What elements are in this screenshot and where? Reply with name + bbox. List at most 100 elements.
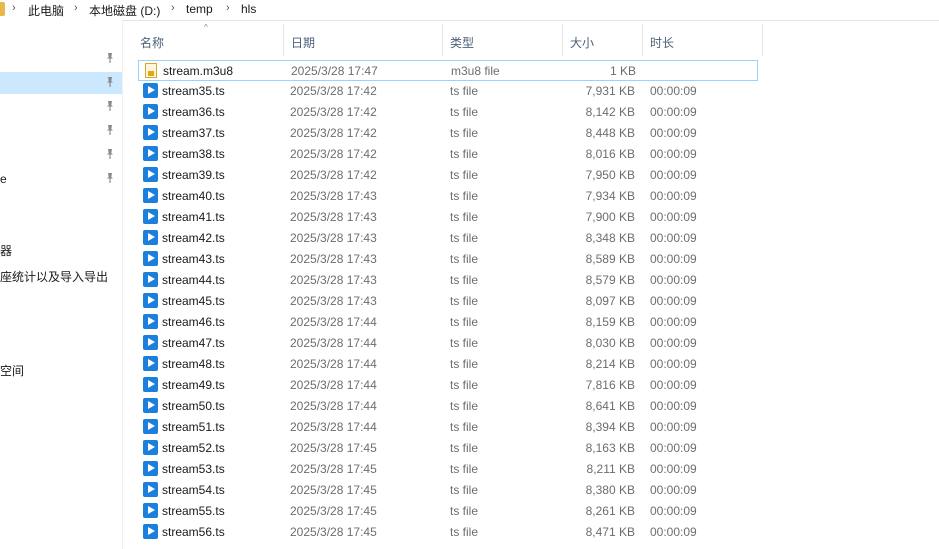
column-header-duration[interactable]: 时长 — [642, 24, 763, 56]
file-date: 2025/3/28 17:45 — [290, 483, 377, 497]
file-row[interactable]: stream52.ts 2025/3/28 17:45 ts file 8,163 K… — [138, 438, 758, 459]
pin-icon — [107, 173, 113, 183]
file-row[interactable]: stream54.ts 2025/3/28 17:45 ts file 8,380 K… — [138, 480, 758, 501]
file-date: 2025/3/28 17:44 — [290, 357, 377, 371]
chevron-right-icon[interactable]: › — [171, 2, 175, 14]
file-type: ts file — [450, 420, 479, 434]
file-duration: 00:00:09 — [650, 441, 697, 455]
file-row[interactable]: stream56.ts 2025/3/28 17:45 ts file 8,471 K… — [138, 522, 758, 543]
column-header-date[interactable]: 日期 — [283, 24, 443, 56]
file-row[interactable]: stream42.ts 2025/3/28 17:43 ts file 8,348 K… — [138, 228, 758, 249]
file-date: 2025/3/28 17:44 — [290, 420, 377, 434]
breadcrumb-item-temp[interactable]: temp — [186, 2, 213, 16]
chevron-right-icon[interactable]: › — [226, 2, 230, 14]
pane-divider[interactable] — [122, 20, 123, 549]
file-duration: 00:00:09 — [650, 147, 697, 161]
file-type: ts file — [450, 378, 479, 392]
file-row[interactable]: stream53.ts 2025/3/28 17:45 ts file 8,211 K… — [138, 459, 758, 480]
folder-icon — [0, 2, 5, 16]
file-row[interactable]: stream51.ts 2025/3/28 17:44 ts file 8,394 K… — [138, 417, 758, 438]
video-file-icon — [143, 125, 158, 140]
sidebar-item[interactable]: 座统计以及导入导出 — [0, 264, 122, 286]
file-row[interactable]: stream55.ts 2025/3/28 17:45 ts file 8,261 K… — [138, 501, 758, 522]
pin-icon — [107, 53, 113, 63]
column-header-label: 时长 — [650, 36, 675, 50]
file-type: ts file — [450, 504, 479, 518]
column-header-label: 日期 — [291, 36, 316, 50]
file-row[interactable]: stream38.ts 2025/3/28 17:42 ts file 8,016 K… — [138, 144, 758, 165]
file-date: 2025/3/28 17:44 — [290, 336, 377, 350]
file-duration: 00:00:09 — [650, 168, 697, 182]
file-date: 2025/3/28 17:42 — [290, 105, 377, 119]
video-file-icon — [143, 146, 158, 161]
breadcrumb-item-hls[interactable]: hls — [241, 2, 256, 16]
file-type: ts file — [450, 441, 479, 455]
sidebar-item[interactable]: e — [0, 168, 122, 190]
file-size: 8,579 KB — [585, 273, 635, 287]
chevron-right-icon[interactable]: › — [12, 2, 16, 14]
breadcrumb-item-local-disk[interactable]: 本地磁盘 (D:) — [89, 2, 160, 19]
file-name: stream52.ts — [162, 441, 225, 455]
m3u8-file-icon — [145, 63, 157, 78]
file-size: 8,261 KB — [585, 504, 635, 518]
file-size: 8,030 KB — [585, 336, 635, 350]
file-row[interactable]: stream40.ts 2025/3/28 17:43 ts file 7,934 K… — [138, 186, 758, 207]
file-duration: 00:00:09 — [650, 504, 697, 518]
file-size: 7,816 KB — [585, 378, 635, 392]
file-duration: 00:00:09 — [650, 231, 697, 245]
file-row[interactable]: stream39.ts 2025/3/28 17:42 ts file 7,950 K… — [138, 165, 758, 186]
file-row[interactable]: stream50.ts 2025/3/28 17:44 ts file 8,641 K… — [138, 396, 758, 417]
file-date: 2025/3/28 17:44 — [290, 315, 377, 329]
file-date: 2025/3/28 17:43 — [290, 273, 377, 287]
pin-icon — [107, 125, 113, 135]
file-name: stream47.ts — [162, 336, 225, 350]
file-row[interactable]: stream49.ts 2025/3/28 17:44 ts file 7,816 K… — [138, 375, 758, 396]
video-file-icon — [143, 524, 158, 539]
sidebar-item[interactable] — [0, 144, 122, 166]
file-size: 8,211 KB — [586, 462, 635, 476]
file-row[interactable]: stream.m3u8 2025/3/28 17:47 m3u8 file 1 KB — [138, 60, 758, 81]
column-header-name[interactable]: ^ 名称 — [132, 23, 284, 56]
sidebar-item[interactable] — [0, 48, 122, 70]
chevron-right-icon[interactable]: › — [74, 2, 78, 14]
breadcrumb-item-this-pc[interactable]: 此电脑 — [28, 2, 64, 19]
file-duration: 00:00:09 — [650, 252, 697, 266]
file-row[interactable]: stream46.ts 2025/3/28 17:44 ts file 8,159 K… — [138, 312, 758, 333]
file-date: 2025/3/28 17:45 — [290, 462, 377, 476]
file-row[interactable]: stream43.ts 2025/3/28 17:43 ts file 8,589 K… — [138, 249, 758, 270]
sidebar-item[interactable] — [0, 72, 122, 94]
file-row[interactable]: stream41.ts 2025/3/28 17:43 ts file 7,900 K… — [138, 207, 758, 228]
file-date: 2025/3/28 17:42 — [290, 126, 377, 140]
column-header-type[interactable]: 类型 — [442, 24, 563, 56]
file-duration: 00:00:09 — [650, 294, 697, 308]
file-type: ts file — [450, 231, 479, 245]
file-row[interactable]: stream35.ts 2025/3/28 17:42 ts file 7,931 K… — [138, 81, 758, 102]
file-row[interactable]: stream45.ts 2025/3/28 17:43 ts file 8,097 K… — [138, 291, 758, 312]
file-name: stream51.ts — [162, 420, 225, 434]
file-row[interactable]: stream37.ts 2025/3/28 17:42 ts file 8,448 K… — [138, 123, 758, 144]
file-row[interactable]: stream48.ts 2025/3/28 17:44 ts file 8,214 K… — [138, 354, 758, 375]
file-size: 8,471 KB — [585, 525, 635, 539]
file-duration: 00:00:09 — [650, 399, 697, 413]
sidebar-item[interactable] — [0, 96, 122, 118]
video-file-icon — [143, 314, 158, 329]
sidebar-item[interactable]: 器 — [0, 238, 122, 260]
sidebar-item[interactable] — [0, 120, 122, 142]
file-type: ts file — [450, 483, 479, 497]
sidebar-item[interactable]: 空间 — [0, 358, 122, 380]
file-duration: 00:00:09 — [650, 525, 697, 539]
file-name: stream40.ts — [162, 189, 225, 203]
navigation-pane[interactable]: e 器座统计以及导入导出 空间 — [0, 20, 122, 549]
column-header-size[interactable]: 大小 — [562, 24, 643, 56]
address-bar[interactable]: › 此电脑 › 本地磁盘 (D:) › temp › hls — [0, 0, 939, 21]
file-name: stream55.ts — [162, 504, 225, 518]
column-header-row: ^ 名称 日期 类型 大小 时长 — [132, 23, 939, 56]
video-file-icon — [143, 272, 158, 287]
file-list[interactable]: stream.m3u8 2025/3/28 17:47 m3u8 file 1 KB s… — [132, 60, 939, 549]
file-row[interactable]: stream36.ts 2025/3/28 17:42 ts file 8,142 K… — [138, 102, 758, 123]
video-file-icon — [143, 377, 158, 392]
file-date: 2025/3/28 17:43 — [290, 294, 377, 308]
file-name: stream35.ts — [162, 84, 225, 98]
file-row[interactable]: stream44.ts 2025/3/28 17:43 ts file 8,579 K… — [138, 270, 758, 291]
file-row[interactable]: stream47.ts 2025/3/28 17:44 ts file 8,030 K… — [138, 333, 758, 354]
